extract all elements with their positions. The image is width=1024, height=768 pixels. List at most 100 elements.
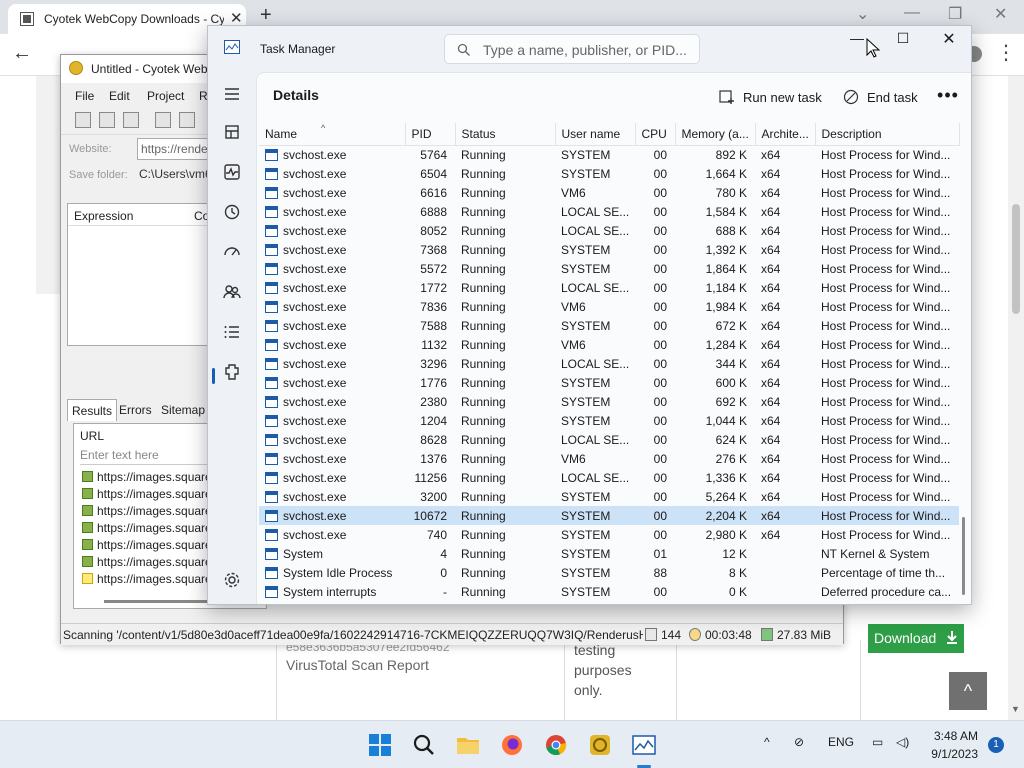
startup-apps-icon[interactable] <box>220 240 244 264</box>
column-cpu[interactable]: CPU <box>635 123 676 146</box>
tab-results[interactable]: Results <box>67 399 118 421</box>
browser-minimize-icon[interactable]: — <box>904 4 920 22</box>
tab-sitemap[interactable]: Sitemap <box>157 399 209 421</box>
language-indicator[interactable]: ENG <box>828 735 854 749</box>
process-icon <box>265 205 278 218</box>
search-taskbar-icon[interactable] <box>408 729 440 761</box>
display-icon[interactable]: ▭ <box>872 735 883 749</box>
column-name[interactable]: Name ^ <box>259 123 406 146</box>
table-row[interactable]: svchost.exe 5764 Running SYSTEM 00 892 K x64 Ho… <box>259 145 959 164</box>
maximize-icon[interactable]: ☐ <box>880 30 926 60</box>
task-manager-taskbar-icon[interactable] <box>628 729 660 761</box>
file-explorer-icon[interactable] <box>452 729 484 761</box>
back-arrow-icon[interactable]: ← <box>12 42 32 65</box>
table-row[interactable]: System Idle Process 0 Running SYSTEM 88 8 K Pe… <box>259 563 959 582</box>
chrome-icon[interactable] <box>540 729 572 761</box>
users-icon[interactable] <box>220 280 244 304</box>
table-row[interactable]: svchost.exe 7368 Running SYSTEM 00 1,392 K x64… <box>259 240 959 259</box>
run-new-task-button[interactable]: Run new task <box>717 81 827 113</box>
process-architecture: x64 <box>761 261 781 276</box>
table-row[interactable]: svchost.exe 8052 Running LOCAL SE... 00 688 K… <box>259 221 959 240</box>
search-input[interactable] <box>483 40 693 60</box>
table-row[interactable]: svchost.exe 11256 Running LOCAL SE... 00 1,33… <box>259 468 959 487</box>
menu-project[interactable]: Project <box>147 89 184 103</box>
copy-icon[interactable] <box>179 112 195 128</box>
network-icon[interactable]: ⊘ <box>794 735 804 749</box>
table-row[interactable]: System interrupts - Running SYSTEM 00 0 K Defe… <box>259 582 959 601</box>
menu-file[interactable]: File <box>75 89 94 103</box>
table-row[interactable]: svchost.exe 3200 Running SYSTEM 00 5,264 K x64… <box>259 487 959 506</box>
table-row[interactable]: svchost.exe 7836 Running VM6 00 1,984 K x64 Hos… <box>259 297 959 316</box>
virustotal-link[interactable]: VirusTotal Scan Report <box>286 657 429 673</box>
notification-badge[interactable]: 1 <box>988 737 1004 753</box>
column-status[interactable]: Status <box>455 123 556 146</box>
table-row[interactable]: svchost.exe 6504 Running SYSTEM 00 1,664 K x64… <box>259 164 959 183</box>
clock-time[interactable]: 3:48 AM <box>928 729 978 743</box>
process-architecture: x64 <box>761 337 781 352</box>
scroll-down-icon[interactable]: ▼ <box>1011 704 1020 714</box>
column-architecture[interactable]: Archite... <box>755 123 816 146</box>
table-row[interactable]: svchost.exe 3296 Running LOCAL SE... 00 344 K… <box>259 354 959 373</box>
process-search[interactable] <box>444 34 700 64</box>
table-row[interactable]: svchost.exe 6616 Running VM6 00 780 K x64 Host … <box>259 183 959 202</box>
end-task-button[interactable]: End task <box>841 81 927 113</box>
browser-close-icon[interactable]: ✕ <box>994 4 1007 24</box>
column-memory[interactable]: Memory (a... <box>675 123 756 146</box>
table-row[interactable]: svchost.exe 5572 Running SYSTEM 00 1,864 K x64… <box>259 259 959 278</box>
table-row[interactable]: svchost.exe 2380 Running SYSTEM 00 692 K x64 Ho… <box>259 392 959 411</box>
settings-gear-icon[interactable] <box>220 568 244 592</box>
table-row[interactable]: svchost.exe 10672 Running SYSTEM 00 2,204 Kx6… <box>259 506 959 525</box>
table-row[interactable]: svchost.exe 1776 Running SYSTEM 00 600 K x64 Ho… <box>259 373 959 392</box>
table-row[interactable]: svchost.exe 740 Running SYSTEM 00 2,980 K x64 H… <box>259 525 959 544</box>
performance-icon[interactable] <box>220 160 244 184</box>
column-pid[interactable]: PID <box>405 123 456 146</box>
close-icon[interactable]: ✕ <box>926 29 971 59</box>
show-hidden-icons-chevron-icon[interactable]: ^ <box>764 735 770 749</box>
table-row[interactable]: svchost.exe 6888 Running LOCAL SE... 00 1,584… <box>259 202 959 221</box>
browser-tab-search-icon[interactable]: ⌄ <box>856 4 869 24</box>
browser-maximize-icon[interactable]: ❐ <box>948 4 962 24</box>
process-pid: 6504 <box>420 166 447 181</box>
process-name-text: svchost.exe <box>283 242 347 257</box>
volume-icon[interactable]: ◁) <box>896 735 909 749</box>
menu-edit[interactable]: Edit <box>109 89 130 103</box>
column-description[interactable]: Description <box>815 123 960 146</box>
details-scrollbar-thumb[interactable] <box>962 517 965 595</box>
back-to-top-button[interactable]: ^ <box>949 672 987 710</box>
processes-icon[interactable] <box>220 120 244 144</box>
browser-scrollbar-thumb[interactable] <box>1012 204 1020 314</box>
more-options-button[interactable]: ••• <box>933 81 963 113</box>
new-tab-button[interactable]: + <box>260 4 272 27</box>
table-row[interactable]: svchost.exe 1772 Running LOCAL SE... 00 1,184… <box>259 278 959 297</box>
table-row[interactable]: svchost.exe 1132 Running VM6 00 1,284 K x64 Hos… <box>259 335 959 354</box>
webcopy-taskbar-icon[interactable] <box>584 729 616 761</box>
services-icon[interactable] <box>220 360 244 384</box>
save-project-icon[interactable] <box>123 112 139 128</box>
table-row[interactable]: svchost.exe 8628 Running LOCAL SE... 00 624 K… <box>259 430 959 449</box>
end-task-label: End task <box>867 89 918 105</box>
app-history-icon[interactable] <box>220 200 244 224</box>
tab-errors[interactable]: Errors <box>115 399 156 421</box>
details-scrollbar[interactable] <box>959 147 969 604</box>
column-user-name[interactable]: User name <box>555 123 636 146</box>
save-folder-value[interactable]: C:\Users\vm6 <box>139 167 212 181</box>
expression-column[interactable]: Expression <box>74 209 133 223</box>
download-button[interactable]: Download <box>868 624 964 653</box>
table-header-row: Name ^ PID Status User name CPU Memory (a… <box>259 123 960 146</box>
table-row[interactable]: svchost.exe 1204 Running SYSTEM 00 1,044 K x64… <box>259 411 959 430</box>
browser-scrollbar[interactable]: ▼ <box>1008 76 1024 720</box>
clock-date[interactable]: 9/1/2023 <box>920 747 978 761</box>
table-row[interactable]: System 4 Running SYSTEM 01 12 K NT Kernel & Sy… <box>259 544 959 563</box>
firefox-icon[interactable] <box>496 729 528 761</box>
browser-menu-icon[interactable]: ⋮ <box>996 40 1016 65</box>
table-row[interactable]: svchost.exe 7588 Running SYSTEM 00 672 K x64 Ho… <box>259 316 959 335</box>
details-icon[interactable] <box>220 320 244 344</box>
new-project-icon[interactable] <box>75 112 91 128</box>
url-column-header[interactable]: URL <box>80 429 104 443</box>
cut-icon[interactable] <box>155 112 171 128</box>
process-user: SYSTEM <box>561 413 611 428</box>
table-row[interactable]: svchost.exe 1376 Running VM6 00 276 K x64 Host … <box>259 449 959 468</box>
start-windows-icon[interactable] <box>364 729 396 761</box>
open-project-icon[interactable] <box>99 112 115 128</box>
hamburger-menu-icon[interactable] <box>220 82 244 106</box>
